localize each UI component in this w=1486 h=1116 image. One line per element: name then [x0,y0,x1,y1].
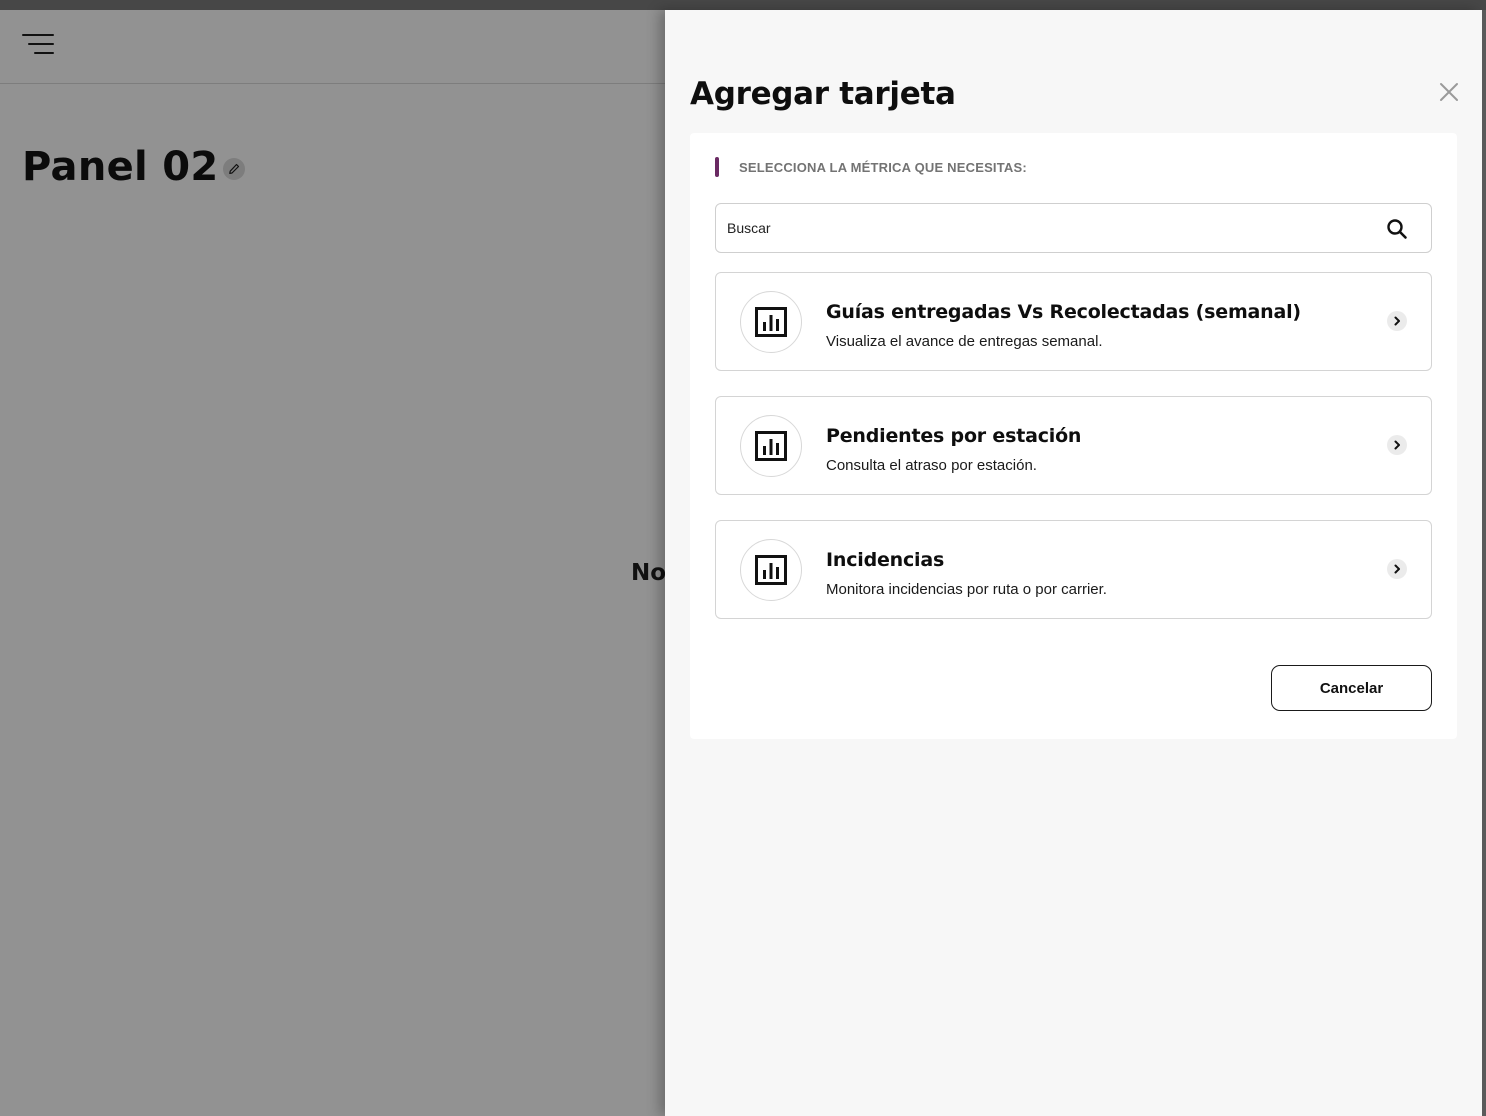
metric-description: Consulta el atraso por estación. [826,457,1037,474]
bar-chart-icon [740,291,802,353]
metric-description: Visualiza el avance de entregas semanal. [826,333,1103,350]
add-card-drawer: Agregar tarjeta SELECCIONA LA MÉTRICA QU… [665,10,1482,1116]
section-label: SELECCIONA LA MÉTRICA QUE NECESITAS: [739,160,1027,175]
drawer-title: Agregar tarjeta [690,76,956,112]
metric-item-incidencias[interactable]: Incidencias Monitora incidencias por rut… [715,520,1432,619]
metric-description: Monitora incidencias por ruta o por carr… [826,581,1107,598]
bar-chart-icon [740,415,802,477]
search-field[interactable] [715,203,1432,253]
metric-title: Guías entregadas Vs Recolectadas (semana… [826,301,1301,323]
metric-item-guias[interactable]: Guías entregadas Vs Recolectadas (semana… [715,272,1432,371]
cancel-button[interactable]: Cancelar [1271,665,1432,711]
window-right-border [1482,10,1486,1116]
metric-title: Incidencias [826,549,945,571]
chevron-right-icon [1387,435,1407,455]
chevron-right-icon [1387,559,1407,579]
search-input[interactable] [727,204,1367,252]
page-title: Panel 02 [22,144,219,190]
bar-chart-icon [740,539,802,601]
edit-pencil-icon[interactable] [223,158,245,180]
section-accent-bar [715,157,719,177]
chevron-right-icon [1387,311,1407,331]
hamburger-menu-icon[interactable] [22,34,54,56]
empty-state-text: No [631,560,667,586]
metric-item-pendientes[interactable]: Pendientes por estación Consulta el atra… [715,396,1432,495]
metric-selection-card: SELECCIONA LA MÉTRICA QUE NECESITAS: Guí [690,133,1457,739]
window-top-strip [0,0,1486,10]
close-icon[interactable] [1437,80,1461,104]
metric-title: Pendientes por estación [826,425,1082,447]
search-icon[interactable] [1386,218,1408,240]
